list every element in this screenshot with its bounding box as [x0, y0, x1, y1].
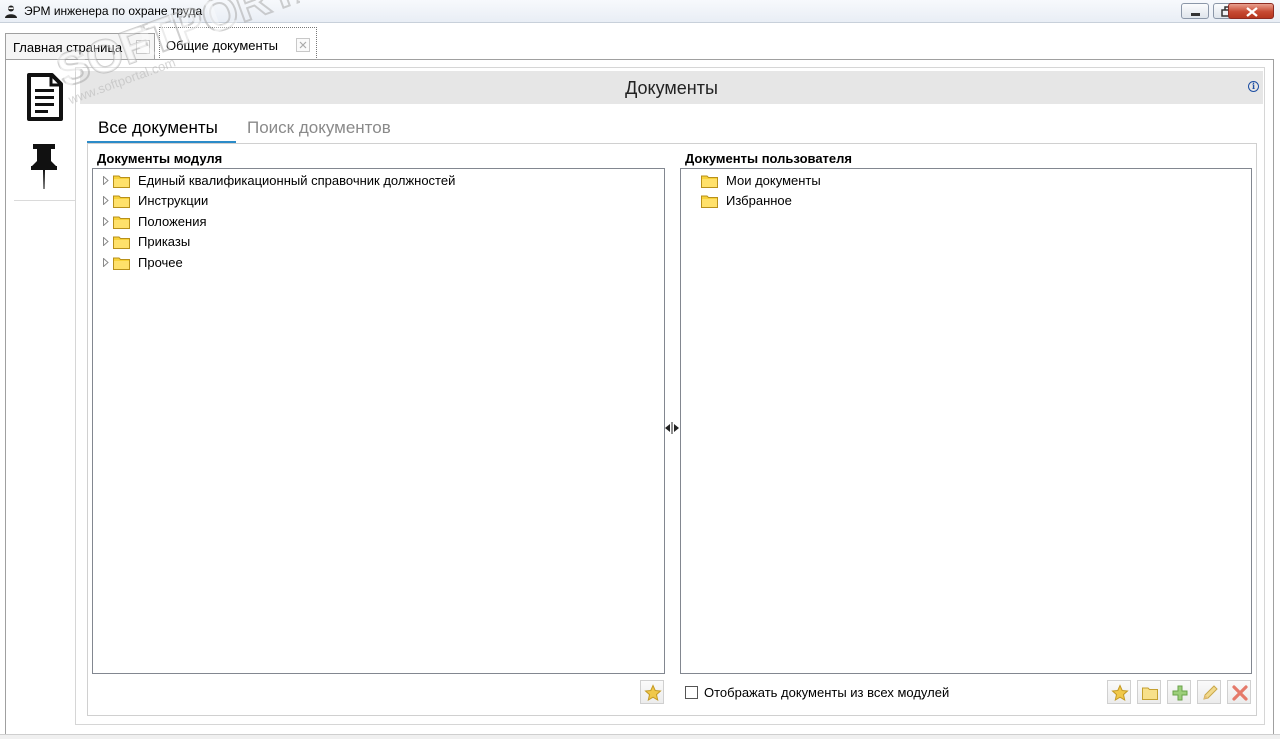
edit-icon [1203, 685, 1218, 700]
delete-document-button[interactable] [1227, 680, 1251, 704]
minimize-button[interactable] [1181, 3, 1209, 19]
window-bottom-edge [0, 734, 1280, 739]
star-icon [644, 684, 662, 702]
expand-arrow-icon[interactable] [103, 176, 109, 185]
tree-item-label: Положения [138, 214, 207, 229]
show-all-modules-label: Отображать документы из всех модулей [704, 685, 950, 700]
tab-home-close-icon[interactable] [136, 40, 150, 54]
tab-all-documents[interactable]: Все документы [98, 118, 218, 138]
tree-item-label: Инструкции [138, 193, 209, 208]
close-icon [1246, 7, 1258, 17]
folder-icon [113, 236, 130, 249]
tree-item-label: Мои документы [726, 173, 821, 188]
folder-icon [1142, 687, 1158, 700]
show-all-modules-checkbox[interactable] [685, 686, 698, 699]
documents-header: Документы i [80, 71, 1263, 104]
document-icon [27, 73, 63, 121]
tab-home[interactable]: Главная страница [5, 33, 155, 59]
edit-document-button[interactable] [1197, 680, 1221, 704]
user-documents-title: Документы пользователя [685, 151, 852, 166]
sidebar-item-documents[interactable] [14, 67, 75, 131]
add-to-favorites-button[interactable] [640, 680, 664, 704]
page-title: Документы [625, 78, 718, 98]
folder-icon [113, 216, 130, 229]
module-documents-tree[interactable]: Единый квалификационный справочник должн… [92, 168, 665, 674]
folder-icon [701, 195, 718, 208]
folder-icon [701, 175, 718, 188]
expand-arrow-icon[interactable] [103, 258, 109, 267]
tree-item-label: Единый квалификационный справочник должн… [138, 173, 456, 188]
folder-icon [113, 195, 130, 208]
minimize-icon [1191, 13, 1200, 16]
expand-arrow-icon[interactable] [103, 237, 109, 246]
pin-icon [31, 144, 57, 189]
sidebar [14, 67, 76, 201]
module-documents-title: Документы модуля [97, 151, 223, 166]
tree-item-label: Прочее [138, 255, 183, 270]
info-icon[interactable]: i [1248, 81, 1259, 92]
tree-item-label: Избранное [726, 193, 792, 208]
window-title: ЭРМ инженера по охране труда [24, 4, 203, 18]
tab-search-documents[interactable]: Поиск документов [247, 118, 391, 138]
tree-item-label: Приказы [138, 234, 191, 249]
delete-icon [1232, 685, 1248, 701]
expand-arrow-icon[interactable] [103, 196, 109, 205]
user-documents-tree[interactable]: Мои документы Избранное [680, 168, 1252, 674]
sidebar-item-pinned[interactable] [14, 133, 75, 197]
tab-shared-documents-close-icon[interactable] [296, 38, 310, 52]
tab-home-label: Главная страница [13, 40, 123, 55]
add-icon [1172, 685, 1188, 701]
favorites-button[interactable] [1107, 680, 1131, 704]
star-icon [1111, 684, 1129, 702]
user-avatar-icon [5, 5, 17, 18]
expand-arrow-icon[interactable] [103, 217, 109, 226]
document-tabstrip: Главная страница Общие документы [0, 23, 1280, 60]
new-folder-button[interactable] [1137, 680, 1161, 704]
tab-shared-documents[interactable]: Общие документы [159, 27, 317, 60]
close-button[interactable] [1228, 3, 1274, 19]
add-document-button[interactable] [1167, 680, 1191, 704]
window-titlebar: ЭРМ инженера по охране труда [0, 0, 1280, 23]
splitter-handle-icon[interactable] [664, 421, 680, 435]
folder-icon [113, 257, 130, 270]
folder-icon [113, 175, 130, 188]
tab-shared-documents-label: Общие документы [166, 38, 279, 53]
